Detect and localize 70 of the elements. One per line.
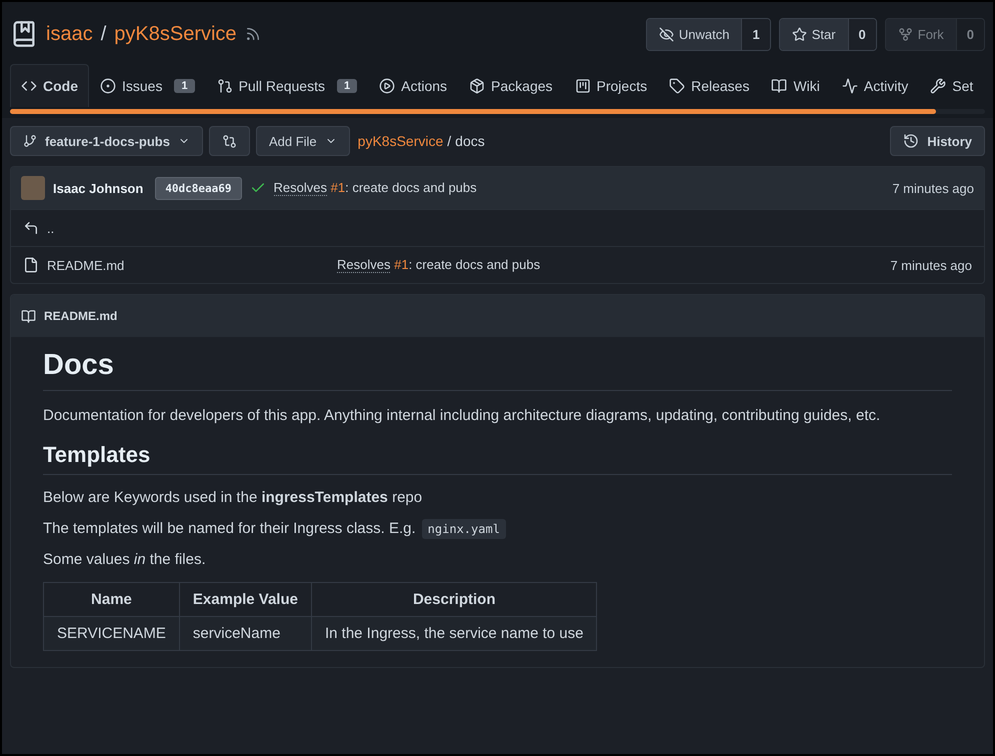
nav-tab[interactable]: Activity	[830, 64, 920, 107]
file-name[interactable]: README.md	[47, 258, 329, 272]
paragraph: Documentation for developers of this app. Anything internal including architecture diagrams, updating, contributing guides, etc.	[43, 407, 882, 424]
star-icon	[792, 26, 807, 42]
nav-tab[interactable]: Actions	[368, 64, 458, 107]
commit-time: 7 minutes ago	[892, 180, 974, 196]
count-badge[interactable]: 1	[741, 18, 770, 50]
paragraph: The templates will be named for their Ingress class. E.g.	[43, 520, 416, 537]
section-heading: Templates	[43, 442, 952, 475]
tag-icon	[669, 78, 686, 94]
nav-tab[interactable]: Wiki	[760, 64, 831, 107]
branch-icon	[23, 134, 37, 148]
count-badge: 1	[336, 79, 358, 93]
commit-message: : create docs and pubs	[345, 180, 477, 196]
commit-link[interactable]: Resolves	[274, 180, 328, 196]
rss-icon[interactable]	[244, 26, 261, 42]
commit-link[interactable]: Resolves	[337, 257, 390, 273]
inline-code: nginx.yaml	[422, 519, 506, 539]
path-separator: /	[447, 133, 452, 149]
book-icon	[771, 78, 788, 94]
column-header: Name	[44, 582, 180, 616]
nav-tab[interactable]: Pull Requests 1	[206, 64, 368, 107]
nav-tab[interactable]: Issues 1	[89, 64, 206, 107]
package-icon	[469, 78, 486, 94]
nav-tab[interactable]: Set	[919, 64, 984, 107]
compare-icon	[222, 134, 237, 148]
count-badge[interactable]: 0	[848, 18, 876, 50]
nav-tab[interactable]: Projects	[564, 64, 658, 107]
path-separator: /	[100, 22, 106, 46]
history-button[interactable]: History	[890, 126, 985, 156]
branch-selector[interactable]: feature-1-docs-pubs	[10, 126, 203, 156]
breadcrumb-link[interactable]: pyK8sService	[358, 133, 444, 149]
commit-message: : create docs and pubs	[408, 257, 540, 273]
file-icon	[23, 257, 39, 273]
board-icon	[574, 78, 591, 94]
nav-tab[interactable]: Code	[10, 64, 89, 107]
wrench-icon	[930, 78, 946, 94]
column-header: Description	[311, 582, 597, 616]
issue-link[interactable]: #1	[390, 257, 409, 273]
pull-request-icon	[216, 78, 233, 94]
play-icon	[379, 78, 396, 94]
parent-dir-link[interactable]: ..	[47, 220, 54, 236]
back-arrow-icon	[23, 220, 39, 236]
table-cell: serviceName	[179, 616, 312, 650]
commit-time: 7 minutes ago	[890, 258, 972, 272]
star-button[interactable]: Star	[780, 18, 848, 50]
nav-tab[interactable]: Packages	[458, 64, 564, 107]
add-file-button[interactable]: Add File	[256, 126, 350, 156]
issue-link[interactable]: #1	[327, 180, 346, 196]
author-name[interactable]: Isaac Johnson	[53, 180, 144, 196]
book-icon	[21, 308, 36, 324]
paragraph: Below are Keywords used in the ingressTemplates repo	[43, 489, 424, 506]
nav-tab[interactable]: Releases	[658, 64, 760, 107]
table-cell: SERVICENAME	[44, 616, 180, 650]
table-cell: In the Ingress, the service name to use	[311, 616, 597, 650]
readme-heading: Docs	[43, 349, 952, 391]
paragraph: Some values in the files.	[43, 551, 207, 568]
history-icon	[903, 133, 920, 149]
count-badge: 1	[174, 79, 195, 93]
readme-filename: README.md	[44, 309, 118, 323]
commit-sha[interactable]: 40dc8eaa69	[155, 176, 242, 200]
compare-button[interactable]	[208, 126, 250, 156]
issue-icon	[100, 78, 116, 94]
watch-button[interactable]: Unwatch	[646, 18, 742, 50]
fork-icon	[898, 26, 913, 42]
breadcrumb-current: docs	[455, 133, 485, 149]
owner-link[interactable]: isaac	[46, 22, 93, 46]
eye-slash-icon	[658, 26, 674, 42]
pulse-icon	[842, 78, 858, 94]
repo-link[interactable]: pyK8sService	[114, 22, 237, 46]
